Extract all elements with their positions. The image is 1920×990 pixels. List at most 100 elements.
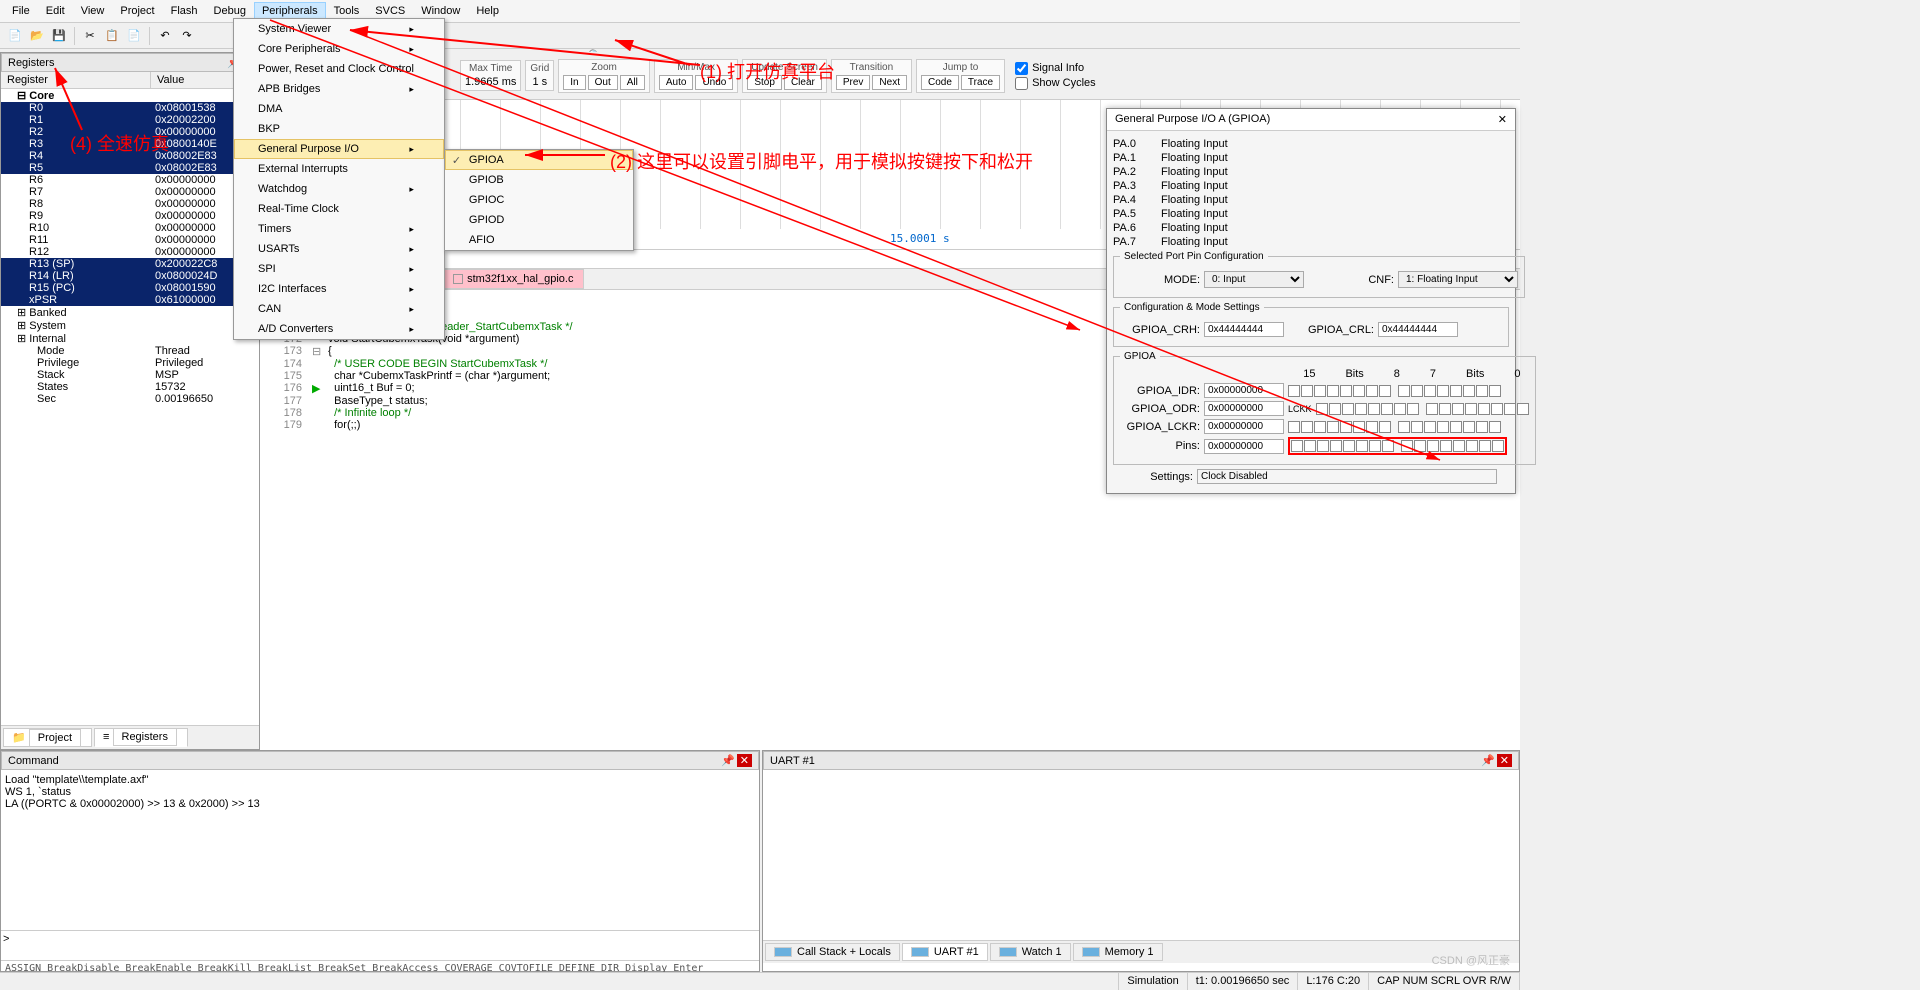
register-row[interactable]: States15732 [1,381,259,393]
menu-flash[interactable]: Flash [163,2,206,20]
minmax-undo[interactable]: Undo [695,75,733,90]
menu-item[interactable]: System Viewer [234,19,444,39]
bit-checkbox[interactable] [1355,403,1367,415]
copy-icon[interactable]: 📋 [103,27,121,45]
crl-input[interactable] [1378,322,1458,337]
menu-item[interactable]: I2C Interfaces [234,279,444,299]
pins-input[interactable] [1204,439,1284,454]
uart-tab[interactable]: UART #1 [902,943,988,961]
menu-item[interactable]: Power, Reset and Clock Control [234,59,444,79]
signal-info-check[interactable]: Signal Info [1015,62,1096,75]
close-icon[interactable]: ✕ [1498,113,1507,126]
command-input[interactable] [3,945,757,958]
bit-checkbox[interactable] [1382,440,1394,452]
bit-checkbox[interactable] [1491,403,1503,415]
bit-checkbox[interactable] [1424,421,1436,433]
bit-checkbox[interactable] [1489,385,1501,397]
crh-input[interactable] [1204,322,1284,337]
bit-checkbox[interactable] [1424,385,1436,397]
register-row[interactable]: R80x00000000 [1,198,259,210]
submenu-item[interactable]: AFIO [445,230,633,250]
register-row[interactable]: xPSR0x61000000 [1,294,259,306]
bit-checkbox[interactable] [1330,440,1342,452]
bit-checkbox[interactable] [1314,421,1326,433]
register-row[interactable]: R50x08002E83 [1,162,259,174]
new-icon[interactable]: 📄 [6,27,24,45]
trans-next[interactable]: Next [872,75,907,90]
undo-icon[interactable]: ↶ [156,27,174,45]
bit-checkbox[interactable] [1379,385,1391,397]
menu-item[interactable]: BKP [234,119,444,139]
menu-help[interactable]: Help [468,2,507,20]
jump-code[interactable]: Code [921,75,959,90]
register-row[interactable]: ⊞ Banked [1,306,259,319]
close-icon[interactable]: ✕ [1497,754,1512,767]
bit-checkbox[interactable] [1489,421,1501,433]
bit-checkbox[interactable] [1450,385,1462,397]
tab-project[interactable]: 📁 Project [3,728,92,747]
register-row[interactable]: ModeThread [1,345,259,357]
open-icon[interactable]: 📂 [28,27,46,45]
menu-item[interactable]: General Purpose I/O [234,139,444,159]
gpio-pin-row[interactable]: PA.6Floating Input [1113,221,1509,235]
bit-checkbox[interactable] [1301,385,1313,397]
register-row[interactable]: R100x00000000 [1,222,259,234]
register-row[interactable]: R15 (PC)0x08001590 [1,282,259,294]
bit-checkbox[interactable] [1411,385,1423,397]
menu-item[interactable]: APB Bridges [234,79,444,99]
bit-checkbox[interactable] [1379,421,1391,433]
bit-checkbox[interactable] [1401,440,1413,452]
register-row[interactable]: R00x08001538 [1,102,259,114]
register-row[interactable]: PrivilegePrivileged [1,357,259,369]
registers-tree[interactable]: ⊟ CoreR00x08001538R10x20002200R20x000000… [1,89,259,405]
bit-checkbox[interactable] [1440,440,1452,452]
bit-checkbox[interactable] [1398,421,1410,433]
bit-checkbox[interactable] [1369,440,1381,452]
uart-tab[interactable]: Call Stack + Locals [765,943,900,961]
bit-checkbox[interactable] [1426,403,1438,415]
menu-project[interactable]: Project [112,2,162,20]
register-row[interactable]: R110x00000000 [1,234,259,246]
submenu-item[interactable]: GPIOC [445,190,633,210]
bit-checkbox[interactable] [1327,385,1339,397]
idr-input[interactable] [1204,383,1284,398]
register-row[interactable]: R40x08002E83 [1,150,259,162]
trans-prev[interactable]: Prev [836,75,871,90]
menu-item[interactable]: DMA [234,99,444,119]
bit-checkbox[interactable] [1476,385,1488,397]
bit-checkbox[interactable] [1439,403,1451,415]
menu-item[interactable]: Core Peripherals [234,39,444,59]
bit-checkbox[interactable] [1317,440,1329,452]
minmax-auto[interactable]: Auto [659,75,694,90]
register-row[interactable]: R70x00000000 [1,186,259,198]
gpio-pin-row[interactable]: PA.4Floating Input [1113,193,1509,207]
register-row[interactable]: R14 (LR)0x0800024D [1,270,259,282]
bit-checkbox[interactable] [1492,440,1504,452]
register-row[interactable]: R20x00000000 [1,126,259,138]
jump-trace[interactable]: Trace [961,75,1000,90]
register-row[interactable]: R10x20002200 [1,114,259,126]
bit-checkbox[interactable] [1466,440,1478,452]
code-tab[interactable]: stm32f1xx_hal_gpio.c [442,269,584,289]
bit-checkbox[interactable] [1316,403,1328,415]
bit-checkbox[interactable] [1452,403,1464,415]
register-row[interactable]: ⊞ System [1,319,259,332]
gpio-pin-row[interactable]: PA.5Floating Input [1113,207,1509,221]
paste-icon[interactable]: 📄 [125,27,143,45]
update-clear[interactable]: Clear [784,75,822,90]
bit-checkbox[interactable] [1465,403,1477,415]
gpio-pin-row[interactable]: PA.2Floating Input [1113,165,1509,179]
menu-edit[interactable]: Edit [38,2,73,20]
gpio-pin-row[interactable]: PA.0Floating Input [1113,137,1509,151]
bit-checkbox[interactable] [1437,421,1449,433]
save-icon[interactable]: 💾 [50,27,68,45]
close-icon[interactable]: ✕ [737,754,752,767]
bit-checkbox[interactable] [1453,440,1465,452]
menu-item[interactable]: A/D Converters [234,319,444,339]
show-cycles-check[interactable]: Show Cycles [1015,77,1096,90]
lckr-input[interactable] [1204,419,1284,434]
bit-checkbox[interactable] [1353,421,1365,433]
bit-checkbox[interactable] [1314,385,1326,397]
menu-item[interactable]: Timers [234,219,444,239]
cut-icon[interactable]: ✂ [81,27,99,45]
